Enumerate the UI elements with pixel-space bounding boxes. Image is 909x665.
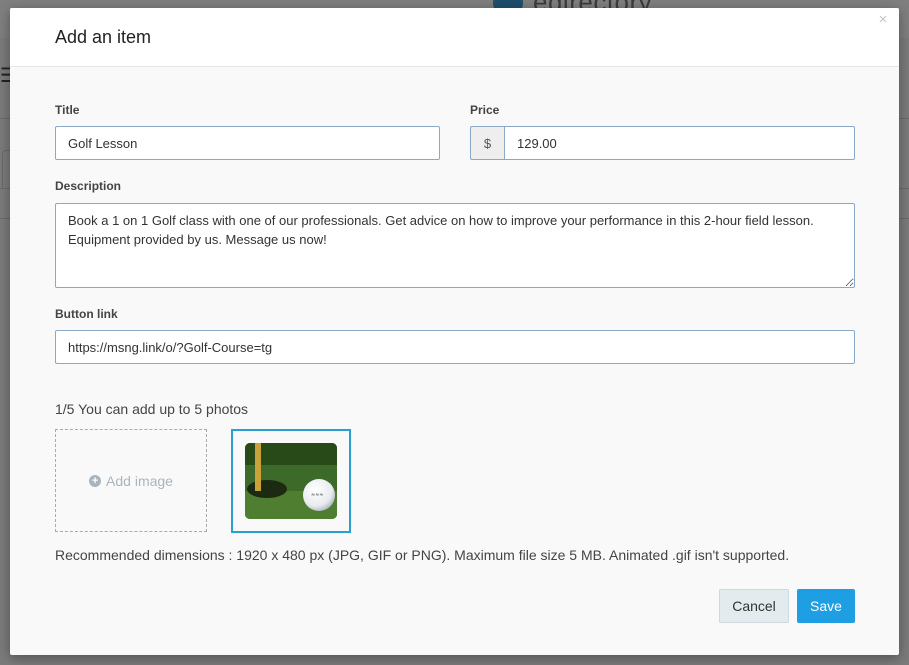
price-input-group: $ bbox=[470, 126, 855, 160]
add-image-button[interactable]: + Add image bbox=[55, 429, 207, 532]
cancel-button[interactable]: Cancel bbox=[719, 589, 789, 623]
modal-title: Add an item bbox=[55, 27, 152, 47]
currency-addon: $ bbox=[470, 126, 504, 160]
description-textarea[interactable]: Book a 1 on 1 Golf class with one of our… bbox=[55, 203, 855, 288]
golf-ball-image: ≈≈≈ bbox=[245, 443, 337, 519]
description-label: Description bbox=[55, 179, 122, 193]
svg-text:≈≈≈: ≈≈≈ bbox=[311, 492, 324, 498]
modal-header: Add an item × bbox=[10, 8, 899, 67]
price-label: Price bbox=[470, 103, 500, 117]
button-link-input[interactable] bbox=[55, 330, 855, 364]
close-icon[interactable]: × bbox=[877, 12, 889, 28]
hamburger-icon: ☰ bbox=[0, 65, 18, 87]
add-item-modal: Add an item × Title Price $ Description … bbox=[10, 8, 899, 655]
button-link-label: Button link bbox=[55, 307, 118, 321]
save-button[interactable]: Save bbox=[797, 589, 855, 623]
price-input[interactable] bbox=[504, 126, 855, 160]
plus-circle-icon: + bbox=[89, 474, 102, 487]
title-input[interactable] bbox=[55, 126, 440, 160]
recommended-dimensions-text: Recommended dimensions : 1920 x 480 px (… bbox=[55, 547, 790, 563]
photo-thumbnail[interactable]: ≈≈≈ bbox=[231, 429, 351, 533]
title-label: Title bbox=[55, 103, 80, 117]
add-image-label: Add image bbox=[106, 472, 173, 489]
photo-count-text: 1/5 You can add up to 5 photos bbox=[55, 401, 249, 417]
